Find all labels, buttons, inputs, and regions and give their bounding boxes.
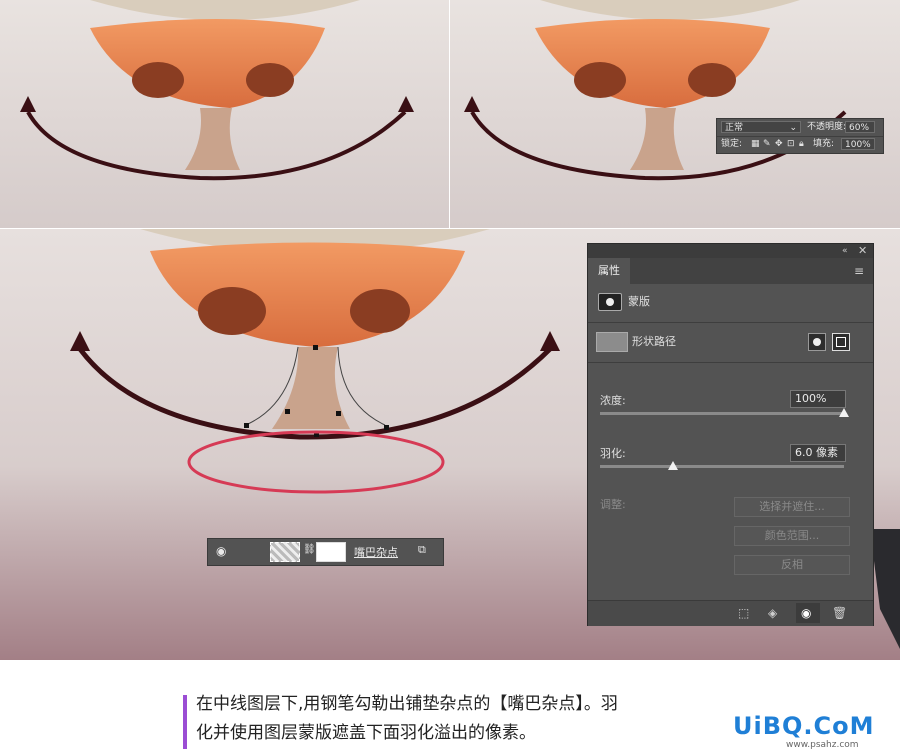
fill-label: 填充: [813,139,835,149]
blend-mode-value: 正常 [725,123,744,133]
invert-button[interactable]: 反相 [734,555,850,575]
toggle-visibility-button[interactable]: ◉ [796,603,820,623]
feather-field[interactable]: 6.0 像素 [790,444,846,462]
shape-path-thumbnail[interactable] [596,332,628,352]
layer-row[interactable]: ◉ ⛓︎ 嘴巴杂点 ⧉ [207,538,444,566]
adjust-label: 调整: [600,498,626,511]
tab-properties-label: 属性 [598,264,620,277]
invert-label: 反相 [781,558,803,571]
eye-icon[interactable]: ◉ [216,544,226,558]
opacity-field[interactable]: 60% [845,121,875,133]
add-vector-mask-button[interactable] [832,333,850,351]
collapse-icon[interactable]: « [842,244,848,258]
apply-mask-icon[interactable]: ◈ [768,606,777,620]
feather-slider-thumb[interactable] [668,461,679,470]
lock-all-icon[interactable]: 🔒︎ [799,139,804,150]
eye-icon: ◉ [801,606,812,620]
link-icon[interactable]: ⛓︎ [303,544,316,555]
add-pixel-mask-button[interactable] [808,333,826,351]
shape-path-label: 形状路径 [632,335,676,348]
density-slider-track[interactable] [600,412,844,415]
color-range-label: 颜色范围... [764,529,820,542]
opacity-value: 60% [849,123,870,133]
panel-titlebar: « ✕ [588,244,873,258]
chevron-down-icon: ⌄ [789,123,797,133]
density-slider-thumb[interactable] [839,408,849,417]
feather-slider-track[interactable] [600,465,844,468]
smart-object-icon: ⧉ [418,543,426,556]
tab-properties[interactable]: 属性 [588,258,630,284]
watermark-logo: UiBQ.CoM [733,712,875,740]
density-field[interactable]: 100% [790,390,846,408]
artwork-top-left [0,0,449,228]
artwork-top-right [450,0,900,228]
layer-thumbnail[interactable] [270,542,300,562]
mask-thumbnail[interactable] [316,542,346,562]
caption-text: 在中线图层下,用钢笔勾勒出铺垫杂点的【嘴巴杂点】。羽 化并使用图层蒙版遮盖下面羽… [196,690,618,748]
image-panel-top-left [0,0,449,228]
density-value: 100% [795,392,827,405]
select-and-mask-label: 选择并遮住... [759,500,825,513]
color-range-button[interactable]: 颜色范围... [734,526,850,546]
feather-label: 羽化: [600,447,626,460]
density-label: 浓度: [600,394,626,407]
opacity-label: 不透明度: [807,122,847,132]
panel-tabbar: 属性 ≡ [588,258,873,284]
caption-line-2: 化并使用图层蒙版遮盖下面羽化溢出的像素。 [196,723,536,743]
mask-icon [598,293,622,311]
lock-move-icon[interactable]: ✥ [775,139,783,150]
layer-name[interactable]: 嘴巴杂点 [354,544,398,560]
lock-transparent-icon[interactable]: ▦ [751,139,760,150]
blend-mode-select[interactable]: 正常 ⌄ [721,121,801,133]
caption-accent-bar [183,695,187,749]
vector-mask-icon [836,337,846,347]
lock-artboard-icon[interactable]: ⊡ [787,139,795,150]
close-icon[interactable]: ✕ [858,244,867,258]
lock-label: 锁定: [721,139,743,149]
image-panel-top-right [450,0,900,228]
feather-value: 6.0 像素 [795,446,838,459]
fill-value: 100% [845,140,871,150]
layer-options-bar: 正常 ⌄ 不透明度: 60% 锁定: ▦ ✎ ✥ ⊡ 🔒︎ 填充: 100% [716,118,884,154]
pixel-mask-icon [813,338,821,346]
fill-field[interactable]: 100% [841,138,875,150]
load-selection-icon[interactable]: ⬚ [738,606,749,620]
select-and-mask-button[interactable]: 选择并遮住... [734,497,850,517]
mask-label: 蒙版 [628,295,650,308]
caption-line-1: 在中线图层下,用钢笔勾勒出铺垫杂点的【嘴巴杂点】。羽 [196,694,618,714]
lock-brush-icon[interactable]: ✎ [763,139,771,150]
watermark-site: www.psahz.com [786,740,859,750]
properties-panel: « ✕ 属性 ≡ 蒙版 形状路径 浓度: 100% 羽化: 6.0 像素 调整:… [587,243,874,626]
panel-menu-icon[interactable]: ≡ [854,264,864,278]
panel-bottom-bar: ⬚ ◈ ◉ 🗑︎ [588,600,873,626]
trash-icon[interactable]: 🗑︎ [832,606,847,620]
